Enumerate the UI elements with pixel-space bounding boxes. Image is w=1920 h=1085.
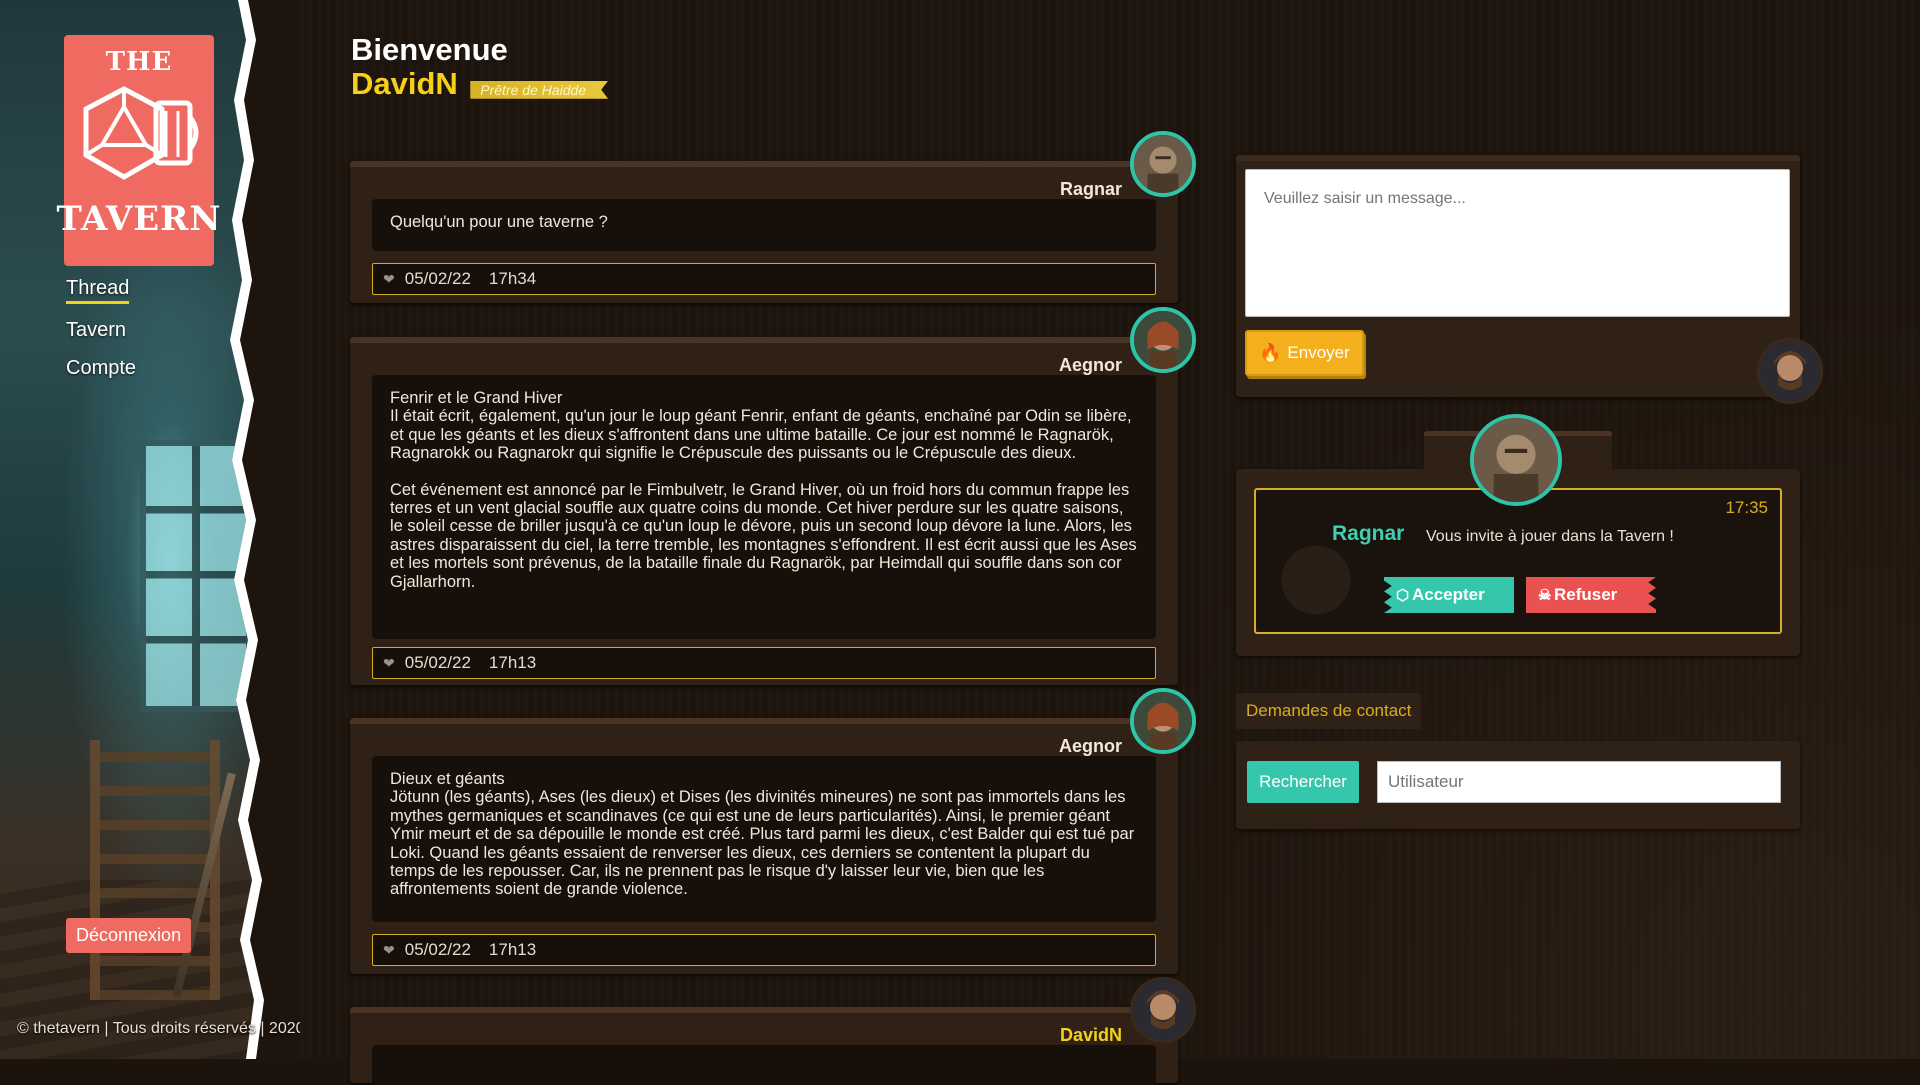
welcome-username: DavidN: [351, 66, 458, 101]
user-search-input[interactable]: [1377, 761, 1781, 803]
accept-label: Accepter: [1412, 585, 1485, 604]
logo-line2: TAVERN: [56, 199, 222, 239]
post-text: Quelqu'un pour une taverne ?: [390, 213, 608, 231]
dice-mug-logo-icon: [83, 86, 199, 180]
nav-item-tavern[interactable]: Tavern: [66, 319, 136, 342]
send-button[interactable]: 🔥 Envoyer: [1245, 330, 1364, 376]
post-time: 17h13: [488, 653, 537, 672]
thread-post: Aegnor Fenrir et le Grand Hiver Il était…: [350, 307, 1196, 685]
user-avatar[interactable]: [1130, 307, 1196, 373]
post-body: Quelqu'un pour une taverne ?: [372, 199, 1156, 251]
torn-paper-edge: [230, 0, 300, 1059]
rank-badge: Prêtre de Haidde: [470, 80, 609, 99]
invite-sender-avatar[interactable]: [1470, 414, 1562, 506]
heart-icon[interactable]: ❤: [383, 942, 395, 959]
tavern-logo[interactable]: THE TAVERN: [57, 35, 221, 266]
refuse-button[interactable]: ☠ Refuser: [1526, 577, 1656, 613]
skull-icon: ☠: [1538, 587, 1552, 604]
post-author: Ragnar: [1059, 179, 1122, 199]
current-user-avatar[interactable]: [1757, 338, 1823, 404]
logout-button[interactable]: Déconnexion: [66, 918, 192, 953]
accept-button[interactable]: ⬡ Accepter: [1384, 577, 1514, 613]
contact-search-panel: Rechercher: [1236, 741, 1800, 829]
welcome-header: Bienvenue DavidN Prêtre de Haidde: [351, 32, 609, 101]
contact-requests-tab[interactable]: Demandes de contact: [1236, 693, 1422, 729]
flame-icon: 🔥: [1259, 342, 1282, 363]
copyright-text: © thetavern | Tous droits réservés | 202…: [17, 1020, 305, 1037]
post-meta: ❤ 05/02/22 17h13: [372, 934, 1156, 966]
post-author: Aegnor: [1059, 736, 1122, 756]
main-nav: Thread Tavern Compte: [66, 277, 136, 395]
post-body: [372, 1045, 1156, 1085]
post-paragraph: Cet événement est annoncé par le Fimbulv…: [390, 480, 1137, 591]
background-chair: [90, 740, 220, 1000]
post-title: Dieux et géants: [390, 770, 505, 788]
send-label: Envoyer: [1287, 343, 1350, 362]
post-date: 05/02/22: [404, 940, 471, 959]
invite-text: Vous invite à jouer dans la Tavern !: [1426, 528, 1674, 545]
post-time: 17h13: [488, 940, 537, 959]
thread-post: DavidN: [350, 977, 1196, 1085]
invite-sender: Ragnar: [1332, 522, 1405, 545]
user-avatar[interactable]: [1130, 977, 1196, 1043]
thread-post: Aegnor Dieux et géants Jötunn (les géant…: [350, 688, 1196, 974]
invite-time: 17:35: [1725, 498, 1768, 517]
post-author: DavidN: [1059, 1025, 1122, 1045]
post-paragraph: Il était écrit, également, qu'un jour le…: [390, 407, 1132, 463]
message-composer: 🔥 Envoyer: [1236, 155, 1800, 397]
user-avatar[interactable]: [1130, 688, 1196, 754]
post-author: Aegnor: [1059, 355, 1122, 375]
post-meta: ❤ 05/02/22 17h34: [372, 263, 1156, 295]
post-date: 05/02/22: [404, 269, 471, 288]
nav-item-thread[interactable]: Thread: [66, 277, 130, 304]
logo-line1: THE: [105, 47, 173, 77]
invitation-card: 17:35 Ragnar Vous invite à jouer dans la…: [1254, 488, 1782, 634]
post-meta: ❤ 05/02/22 17h13: [372, 647, 1156, 679]
heart-icon[interactable]: ❤: [383, 271, 395, 288]
post-title: Fenrir et le Grand Hiver: [390, 389, 563, 407]
post-body: Dieux et géants Jötunn (les géants), Ase…: [372, 756, 1156, 922]
welcome-title: Bienvenue: [351, 32, 508, 67]
post-body: Fenrir et le Grand Hiver Il était écrit,…: [372, 375, 1156, 639]
post-date: 05/02/22: [404, 653, 471, 672]
refuse-label: Refuser: [1554, 585, 1618, 604]
message-input[interactable]: [1245, 169, 1790, 317]
post-paragraph: Jötunn (les géants), Ases (les dieux) et…: [390, 788, 1135, 899]
search-button[interactable]: Rechercher: [1247, 761, 1359, 803]
heart-icon[interactable]: ❤: [383, 655, 395, 672]
dice-icon: ⬡: [1396, 587, 1410, 604]
thread-post: Ragnar Quelqu'un pour une taverne ? ❤ 05…: [350, 131, 1196, 303]
nav-item-compte[interactable]: Compte: [66, 357, 136, 380]
user-avatar[interactable]: [1130, 131, 1196, 197]
post-time: 17h34: [488, 269, 537, 288]
